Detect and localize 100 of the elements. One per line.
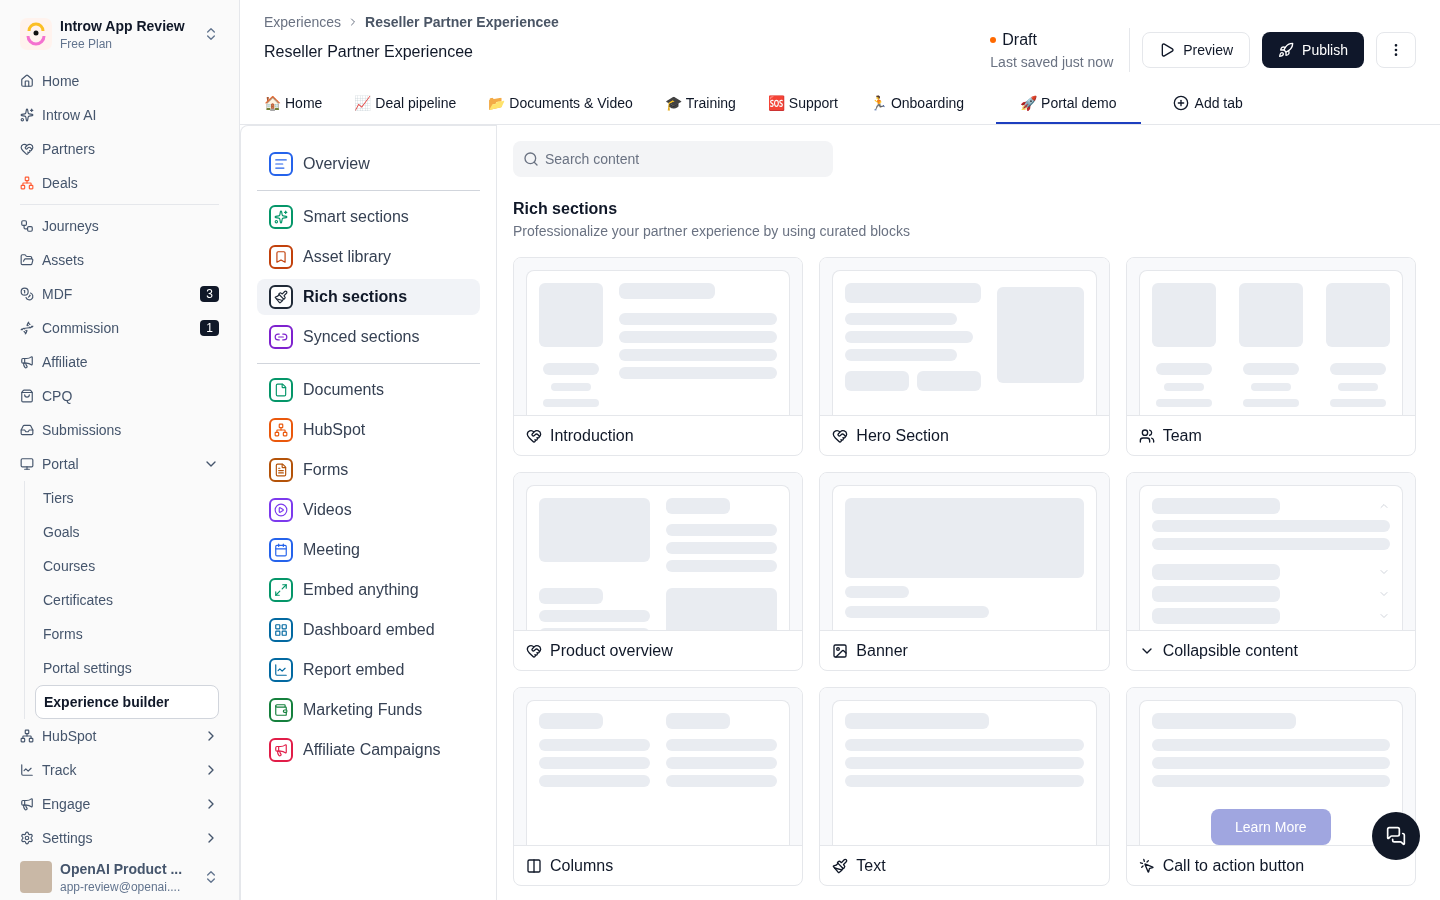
heart-handshake-icon bbox=[832, 427, 849, 444]
tab[interactable]: 📈 Deal pipeline bbox=[354, 84, 457, 124]
search-field[interactable]: Search content bbox=[513, 141, 833, 177]
logo-icon bbox=[20, 18, 52, 50]
tab[interactable]: 📂 Documents & Video bbox=[488, 84, 633, 124]
play-icon bbox=[1159, 42, 1176, 58]
block-card[interactable]: Introduction bbox=[513, 257, 804, 456]
user-email: app-review@openai.... bbox=[60, 879, 182, 895]
block-card[interactable]: Team bbox=[1125, 257, 1416, 456]
sidebar-item[interactable]: Portal bbox=[20, 447, 219, 481]
home-icon bbox=[20, 74, 34, 88]
section-list-item[interactable]: Marketing Funds bbox=[257, 692, 480, 728]
avatar bbox=[20, 861, 52, 893]
section-heading: Rich sections bbox=[513, 199, 619, 219]
user-name: OpenAI Product ... bbox=[60, 860, 184, 879]
sidebar-item[interactable]: HubSpot bbox=[20, 719, 219, 753]
sidebar-subitem[interactable]: Tiers bbox=[35, 481, 219, 515]
section-list-item[interactable]: Videos bbox=[257, 492, 480, 528]
sidebar-item[interactable]: Engage bbox=[20, 787, 219, 821]
block-card[interactable]: Learn More Call to action button bbox=[1125, 687, 1416, 886]
heart-handshake-icon bbox=[20, 142, 34, 156]
sidebar-item[interactable]: Settings bbox=[20, 821, 219, 855]
columns-icon bbox=[526, 857, 542, 874]
heart-handshake-icon bbox=[526, 427, 542, 444]
tab[interactable]: 🆘 Support bbox=[767, 84, 838, 124]
block-card[interactable]: Text bbox=[819, 687, 1110, 886]
section-list-item[interactable]: Synced sections bbox=[257, 319, 480, 355]
section-list-item[interactable]: Documents bbox=[257, 372, 480, 408]
tab[interactable]: 🏠 Home bbox=[264, 84, 323, 124]
sidebar-subitem[interactable]: Certificates bbox=[35, 583, 219, 617]
heart-handshake-icon bbox=[526, 642, 542, 659]
sidebar-item[interactable]: MDF 3 bbox=[20, 277, 219, 311]
breadcrumb-link[interactable]: Experiences bbox=[264, 12, 342, 32]
coins-icon bbox=[20, 287, 34, 301]
users-icon bbox=[1138, 427, 1155, 444]
brush-icon bbox=[832, 857, 849, 874]
block-title: Collapsible content bbox=[1162, 640, 1298, 661]
sidebar-item[interactable]: Home bbox=[20, 64, 219, 98]
section-list-item[interactable]: Report embed bbox=[257, 652, 480, 688]
section-list-item[interactable]: Affiliate Campaigns bbox=[257, 732, 480, 768]
section-list-item[interactable]: HubSpot bbox=[257, 412, 480, 448]
sidebar-item[interactable]: Affiliate bbox=[20, 345, 219, 379]
workspace-name: Introw App Review bbox=[60, 17, 186, 36]
breadcrumb-current: Reseller Partner Experiencee bbox=[365, 13, 559, 32]
section-list-item[interactable]: Forms bbox=[257, 452, 480, 488]
page-title: Reseller Partner Experiencee bbox=[264, 42, 474, 62]
section-list-item[interactable]: Embed anything bbox=[257, 572, 480, 608]
workflow-icon bbox=[20, 219, 34, 233]
learn-more-button: Learn More bbox=[1211, 809, 1331, 845]
tab[interactable]: 🎓 Training bbox=[664, 84, 736, 124]
sidebar-subitem[interactable]: Courses bbox=[35, 549, 219, 583]
tab[interactable]: 🏃 Onboarding bbox=[869, 84, 965, 124]
section-list-item[interactable]: Asset library bbox=[257, 239, 480, 275]
sidebar-subitem[interactable]: Goals bbox=[35, 515, 219, 549]
tab[interactable]: 🚀 Portal demo bbox=[996, 84, 1141, 124]
sidebar-item[interactable]: Partners bbox=[20, 132, 219, 166]
bag-icon bbox=[20, 389, 34, 403]
block-title: Introduction bbox=[550, 425, 634, 446]
publish-button[interactable]: Publish bbox=[1262, 32, 1364, 68]
section-list-item[interactable]: Dashboard embed bbox=[257, 612, 480, 648]
block-card[interactable]: Collapsible content bbox=[1125, 472, 1416, 671]
sparkles-icon bbox=[20, 108, 34, 122]
block-title: Team bbox=[1162, 425, 1202, 446]
settings-icon bbox=[20, 831, 34, 845]
inbox-icon bbox=[20, 423, 34, 437]
folder-icon bbox=[20, 253, 34, 267]
preview-button[interactable]: Preview bbox=[1142, 32, 1251, 68]
workspace-plan: Free Plan bbox=[60, 36, 114, 52]
monitor-icon bbox=[20, 457, 34, 471]
sidebar-item[interactable]: Assets bbox=[20, 243, 219, 277]
block-card[interactable]: Product overview bbox=[513, 472, 804, 671]
sidebar-subitem[interactable]: Forms bbox=[35, 617, 219, 651]
sidebar-item[interactable]: CPQ bbox=[20, 379, 219, 413]
search-icon bbox=[523, 151, 539, 167]
sidebar-item[interactable]: Introw AI bbox=[20, 98, 219, 132]
section-list-item[interactable]: Meeting bbox=[257, 532, 480, 568]
block-card[interactable]: Banner bbox=[819, 472, 1110, 671]
section-list-item[interactable]: Overview bbox=[257, 146, 480, 182]
sidebar-subitem[interactable]: Portal settings bbox=[35, 651, 219, 685]
section-list-item[interactable]: Rich sections bbox=[257, 279, 480, 315]
dna-icon bbox=[20, 321, 34, 335]
sidebar-subitem[interactable]: Experience builder bbox=[35, 685, 219, 719]
count-badge: 1 bbox=[200, 320, 219, 336]
sidebar-item[interactable]: Journeys bbox=[20, 209, 219, 243]
status-label: Draft bbox=[1002, 30, 1037, 50]
sidebar-item[interactable]: Submissions bbox=[20, 413, 219, 447]
rocket-icon bbox=[1278, 42, 1295, 58]
sidebar-item[interactable]: Deals bbox=[20, 166, 219, 200]
block-title: Text bbox=[856, 855, 886, 876]
sidebar-item[interactable]: Commission 1 bbox=[20, 311, 219, 345]
line-chart-icon bbox=[20, 763, 34, 777]
block-card[interactable]: Columns bbox=[513, 687, 804, 886]
block-card[interactable]: Hero Section bbox=[819, 257, 1110, 456]
plus-icon bbox=[1172, 95, 1189, 111]
add-tab-button[interactable]: Add tab bbox=[1172, 84, 1243, 124]
sidebar-item[interactable]: Track bbox=[20, 753, 219, 787]
block-title: Hero Section bbox=[856, 425, 949, 446]
block-title: Product overview bbox=[550, 640, 673, 661]
saved-status: Last saved just now bbox=[990, 53, 1114, 72]
section-list-item[interactable]: Smart sections bbox=[257, 199, 480, 235]
